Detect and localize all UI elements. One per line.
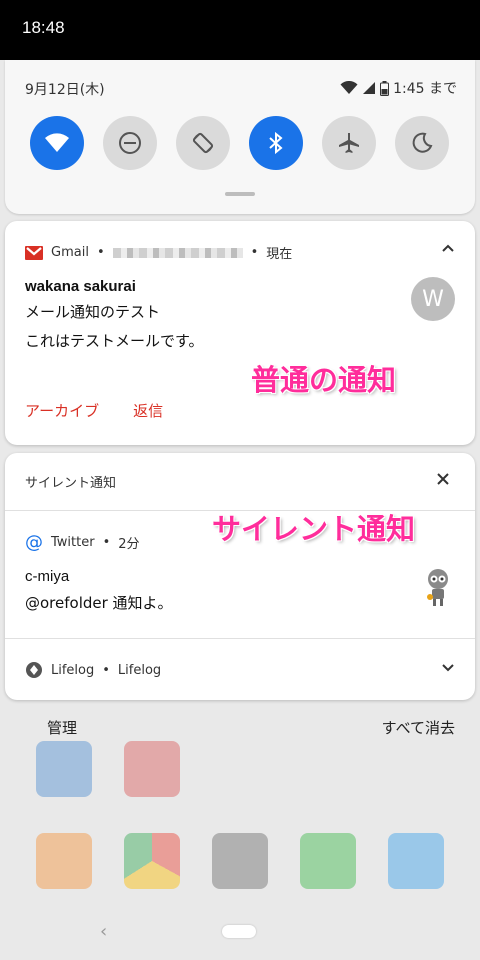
separator-dot: • [102,535,111,550]
notification-subject: メール通知のテスト [25,303,161,321]
separator-dot: • [250,245,259,260]
cell-signal-icon [363,82,376,94]
annotation-silent-notification: サイレント通知 [212,512,416,546]
notification-body: これはテストメールです。 [25,332,204,350]
notification-app-name: Lifelog [51,662,95,678]
app-icon-camera [212,833,268,889]
night-light-toggle[interactable] [395,116,449,170]
quick-settings-panel: 9月12日(木) 1:45 まで [5,60,475,214]
at-sign-icon: @ [25,532,43,553]
auto-rotate-icon [192,132,214,154]
qs-date: 9月12日(木) [25,82,105,98]
battery-icon [380,80,390,96]
avatar: W [411,277,455,321]
collapse-icon[interactable] [441,243,455,253]
close-icon[interactable] [436,472,450,486]
battery-remaining: 1:45 まで [393,81,457,97]
gmail-notification[interactable]: Gmail • • 現在 wakana sakurai メール通知のテスト これ… [5,221,475,445]
status-bar: 18:48 [0,0,480,60]
notification-actions: アーカイブ 返信 [25,400,163,421]
airplane-mode-toggle[interactable] [322,116,376,170]
bluetooth-toggle[interactable] [249,116,303,170]
wifi-icon [45,133,69,152]
notification-title: Lifelog [117,662,162,678]
status-time: 18:48 [22,18,65,37]
silent-notifications-section: サイレント通知 サイレント通知 @ Twitter • 2分 c-miya @o… [5,453,475,700]
app-icon-chrome [124,833,180,889]
gmail-icon [25,245,43,260]
do-not-disturb-toggle[interactable] [103,116,157,170]
notification-header: Gmail • • 現在 [25,243,292,262]
notification-body: @orefolder 通知よ。 [25,594,173,612]
app-icon-twitter [388,833,444,889]
wifi-signal-icon [340,81,358,94]
home-pill[interactable] [222,925,256,938]
annotation-normal-notification: 普通の通知 [251,363,397,397]
reply-button[interactable]: 返信 [133,400,163,421]
silent-section-title: サイレント通知 [25,476,117,491]
notification-sender: c-miya [25,568,70,585]
qs-drag-handle[interactable] [225,192,255,196]
separator-dot: • [102,662,110,678]
do-not-disturb-icon [119,132,141,154]
back-icon[interactable]: ‹ [100,921,107,942]
app-icon-wallpaper [124,741,180,797]
notification-time: 2分 [118,537,140,552]
archive-button[interactable]: アーカイブ [25,400,99,421]
clear-all-button[interactable]: すべて消去 [382,717,455,738]
manage-button[interactable]: 管理 [47,717,77,738]
qs-status-icons: 1:45 まで [340,78,457,98]
moon-icon [412,132,433,153]
notification-time: 現在 [266,247,293,262]
notification-sender: wakana sakurai [25,278,136,295]
separator-dot: • [96,245,105,260]
redacted-email [112,247,243,258]
auto-rotate-toggle[interactable] [176,116,230,170]
app-icon-notes [36,741,92,797]
robot-avatar-icon [427,569,448,606]
divider [5,638,475,639]
notification-app-name: Gmail [51,245,89,260]
lifelog-icon [26,662,42,678]
app-icon-swarm [36,833,92,889]
bluetooth-icon [269,131,283,155]
notification-header: Lifelog • Lifelog [25,661,161,679]
expand-icon[interactable] [441,663,455,673]
notification-app-name: Twitter [51,535,95,550]
notification-header: @ Twitter • 2分 [25,532,140,553]
qs-tiles [30,116,449,170]
wifi-toggle[interactable] [30,116,84,170]
app-icon-line [300,833,356,889]
airplane-icon [339,133,359,153]
